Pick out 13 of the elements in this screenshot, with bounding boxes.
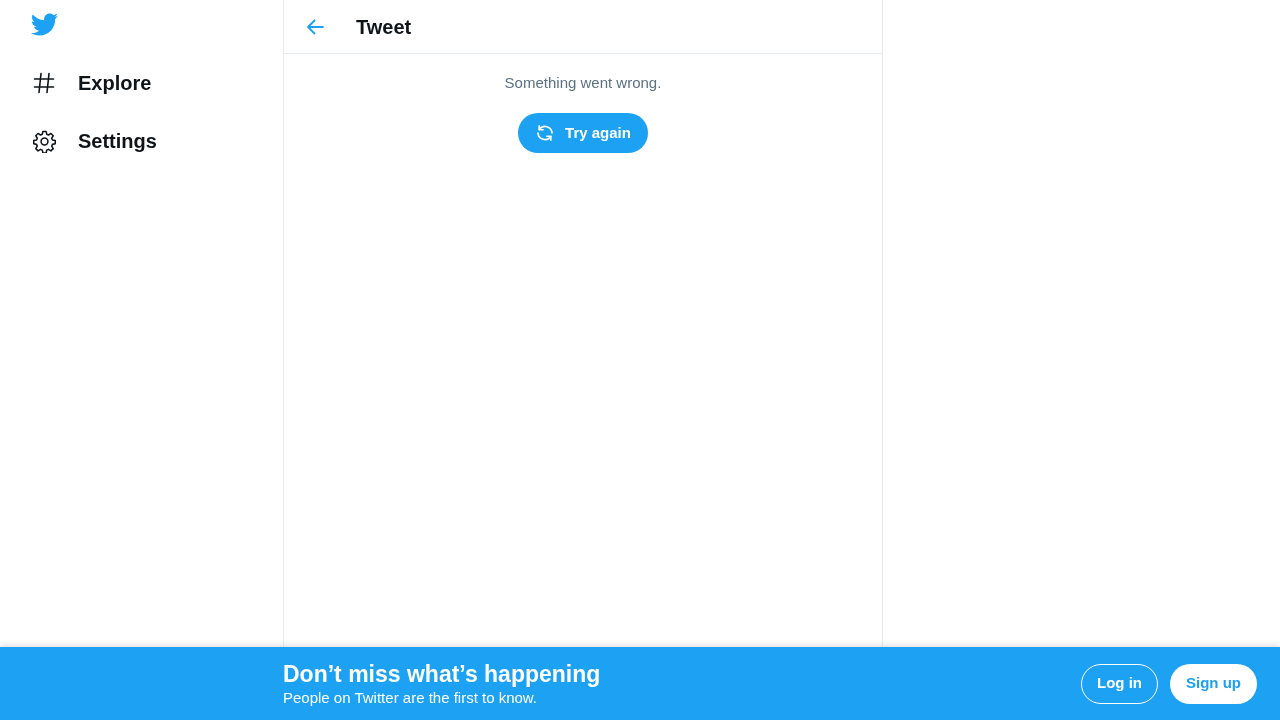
- nav-item[interactable]: Settings: [33, 129, 157, 153]
- page-title: Tweet: [356, 14, 412, 39]
- nav-item[interactable]: Explore: [33, 71, 152, 95]
- hashtag-icon: [33, 72, 55, 94]
- banner-title: Don’t miss what’s happening: [283, 659, 601, 688]
- gear-icon: [33, 129, 56, 153]
- banner-subtitle: People on Twitter are the first to know.: [283, 687, 539, 708]
- bird-logo-icon[interactable]: [30, 13, 58, 37]
- back-arrow-icon[interactable]: [306, 18, 324, 35]
- error-message: Something went wrong.: [504, 73, 662, 93]
- signup-button[interactable]: Sign up: [1170, 663, 1257, 704]
- refresh-icon: [535, 123, 556, 143]
- try-again-button[interactable]: Try again: [518, 113, 648, 153]
